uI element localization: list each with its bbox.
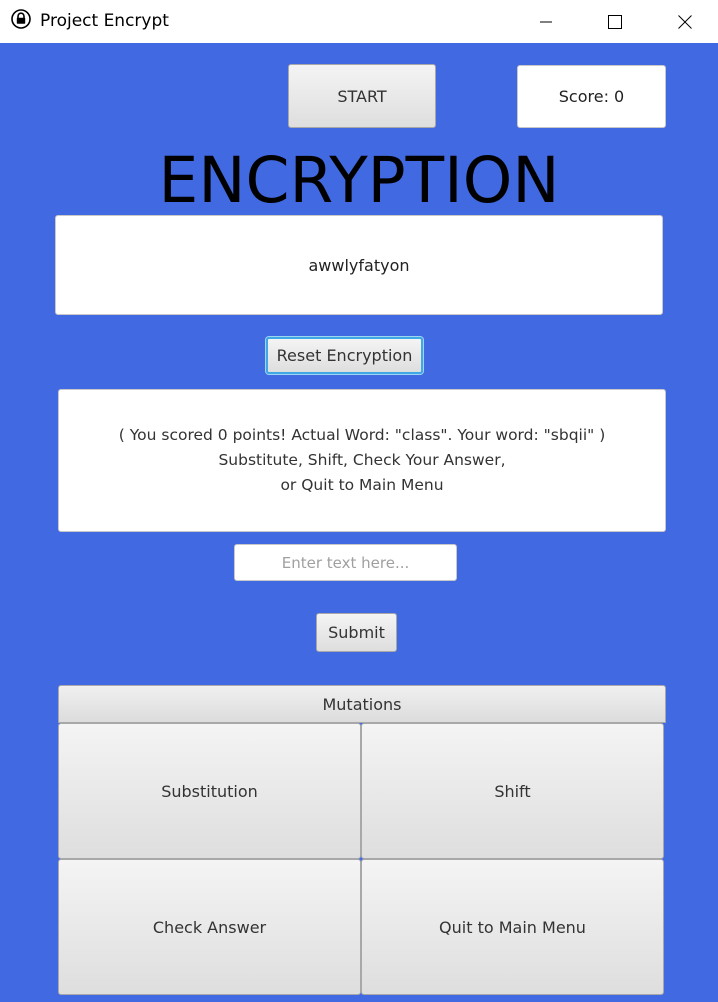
maximize-button[interactable] — [592, 0, 638, 43]
check-answer-button[interactable]: Check Answer — [58, 859, 361, 995]
lock-icon — [11, 9, 31, 29]
score-display: Score: 0 — [517, 65, 666, 128]
answer-input[interactable] — [234, 544, 457, 581]
minimize-button[interactable] — [523, 0, 569, 43]
start-button[interactable]: START — [288, 64, 436, 128]
mutations-header: Mutations — [58, 685, 666, 723]
reset-encryption-button[interactable]: Reset Encryption — [266, 337, 423, 374]
message-line-instructions: Substitute, Shift, Check Your Answer, — [218, 451, 506, 469]
message-panel: ( You scored 0 points! Actual Word: "cla… — [58, 389, 666, 532]
submit-button[interactable]: Submit — [316, 613, 397, 652]
shift-button[interactable]: Shift — [361, 723, 664, 859]
page-title: ENCRYPTION — [158, 144, 560, 217]
encrypted-word-display: awwlyfatyon — [55, 215, 663, 315]
maximize-icon — [608, 14, 622, 29]
message-line-quit: or Quit to Main Menu — [280, 476, 444, 494]
quit-to-main-menu-button[interactable]: Quit to Main Menu — [361, 859, 664, 995]
window-title: Project Encrypt — [40, 11, 169, 31]
close-icon — [678, 14, 692, 29]
substitution-button[interactable]: Substitution — [58, 723, 361, 859]
app-content: START Score: 0 ENCRYPTION awwlyfatyon Re… — [0, 43, 718, 1002]
message-line-result: ( You scored 0 points! Actual Word: "cla… — [118, 426, 606, 444]
title-bar: Project Encrypt — [0, 0, 718, 43]
close-button[interactable] — [662, 0, 708, 43]
minimize-icon — [540, 21, 552, 22]
